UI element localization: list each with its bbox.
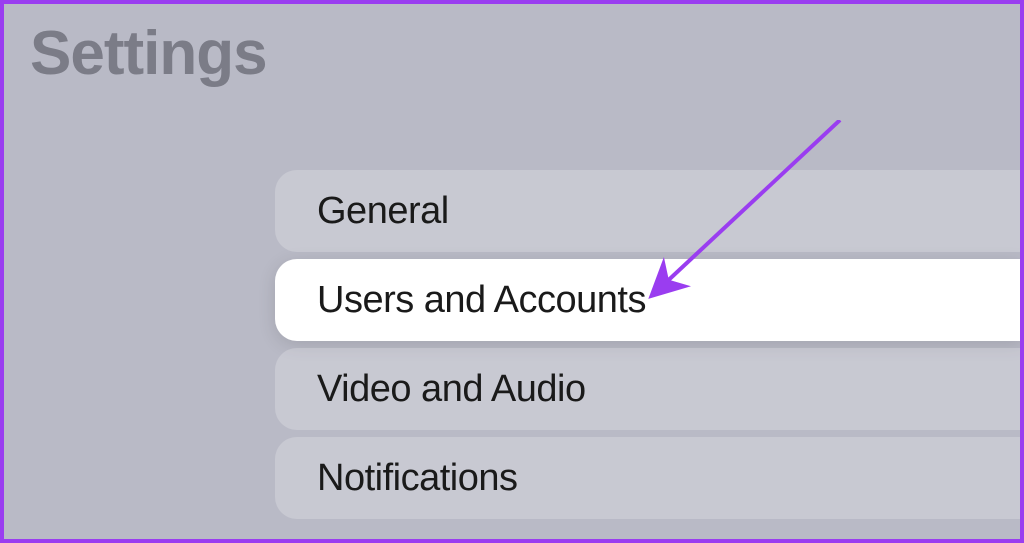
menu-item-label: Video and Audio bbox=[317, 368, 586, 411]
menu-item-label: General bbox=[317, 190, 449, 233]
menu-item-general[interactable]: General bbox=[275, 170, 1024, 252]
menu-item-video-and-audio[interactable]: Video and Audio bbox=[275, 348, 1024, 430]
settings-menu: General Users and Accounts Video and Aud… bbox=[275, 170, 1024, 519]
menu-item-notifications[interactable]: Notifications bbox=[275, 437, 1024, 519]
menu-item-users-and-accounts[interactable]: Users and Accounts bbox=[275, 259, 1024, 341]
page-title: Settings bbox=[30, 18, 267, 89]
menu-item-label: Notifications bbox=[317, 457, 517, 500]
menu-item-label: Users and Accounts bbox=[317, 279, 646, 322]
